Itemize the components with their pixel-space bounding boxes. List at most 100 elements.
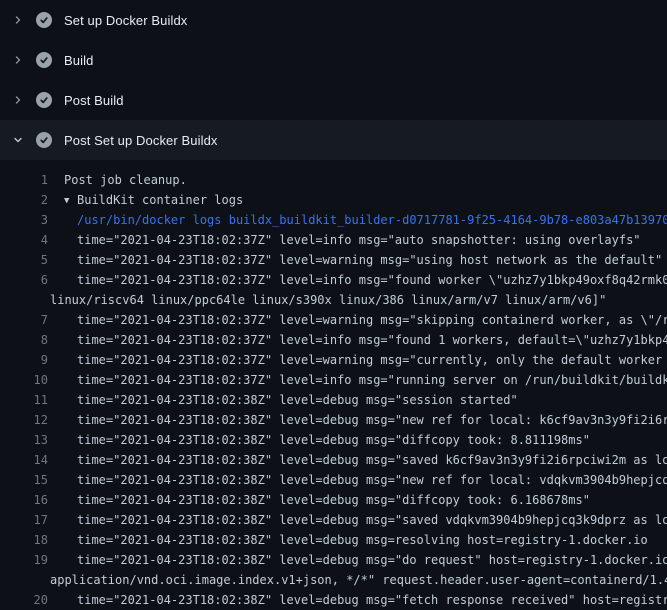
log-text: time="2021-04-23T18:02:38Z" level=debug … bbox=[77, 530, 648, 550]
log-text-content: time="2021-04-23T18:02:38Z" level=debug … bbox=[77, 513, 667, 527]
log-text-content: time="2021-04-23T18:02:37Z" level=warnin… bbox=[77, 313, 667, 327]
step-row[interactable]: Set up Docker Buildx bbox=[0, 0, 667, 40]
log-line: 5 time="2021-04-23T18:02:37Z" level=warn… bbox=[0, 250, 667, 270]
line-number[interactable]: 17 bbox=[0, 510, 48, 530]
log-text-content: time="2021-04-23T18:02:38Z" level=debug … bbox=[77, 453, 667, 467]
log-line: application/vnd.oci.image.index.v1+json,… bbox=[0, 570, 667, 590]
line-number[interactable]: 3 bbox=[0, 210, 48, 230]
log-text: time="2021-04-23T18:02:37Z" level=info m… bbox=[77, 370, 667, 390]
line-number[interactable]: 16 bbox=[0, 490, 48, 510]
line-number[interactable]: 14 bbox=[0, 450, 48, 470]
line-number[interactable]: 20 bbox=[0, 590, 48, 610]
log-line: 18 time="2021-04-23T18:02:38Z" level=deb… bbox=[0, 530, 667, 550]
line-number[interactable]: 6 bbox=[0, 270, 48, 290]
step-row[interactable]: Post Build bbox=[0, 80, 667, 120]
log-line: 2 ▼BuildKit container logs bbox=[0, 190, 667, 210]
log-line: 7 time="2021-04-23T18:02:37Z" level=warn… bbox=[0, 310, 667, 330]
log-text: time="2021-04-23T18:02:37Z" level=info m… bbox=[77, 270, 667, 290]
log-text-content: time="2021-04-23T18:02:37Z" level=warnin… bbox=[77, 353, 667, 367]
line-number[interactable]: 11 bbox=[0, 390, 48, 410]
log-line: 16 time="2021-04-23T18:02:38Z" level=deb… bbox=[0, 490, 667, 510]
line-number[interactable]: 19 bbox=[0, 550, 48, 570]
log-text: time="2021-04-23T18:02:37Z" level=info m… bbox=[77, 230, 641, 250]
log-text: ▼BuildKit container logs bbox=[64, 190, 243, 210]
log-text-content: time="2021-04-23T18:02:37Z" level=info m… bbox=[77, 233, 641, 247]
log-text: time="2021-04-23T18:02:37Z" level=warnin… bbox=[77, 350, 667, 370]
log-line: 3 /usr/bin/docker logs buildx_buildkit_b… bbox=[0, 210, 667, 230]
log-text-content: application/vnd.oci.image.index.v1+json,… bbox=[50, 573, 667, 587]
check-circle-icon bbox=[36, 52, 52, 68]
log-line: 9 time="2021-04-23T18:02:37Z" level=warn… bbox=[0, 350, 667, 370]
log-text: time="2021-04-23T18:02:38Z" level=debug … bbox=[77, 550, 667, 570]
log-line: 8 time="2021-04-23T18:02:37Z" level=info… bbox=[0, 330, 667, 350]
steps-list: Set up Docker Buildx Build Post Build Po… bbox=[0, 0, 667, 160]
log-text-content: linux/riscv64 linux/ppc64le linux/s390x … bbox=[50, 293, 606, 307]
step-label: Post Build bbox=[64, 93, 124, 108]
log-line: 17 time="2021-04-23T18:02:38Z" level=deb… bbox=[0, 510, 667, 530]
log-line: 19 time="2021-04-23T18:02:38Z" level=deb… bbox=[0, 550, 667, 570]
line-number[interactable]: 10 bbox=[0, 370, 48, 390]
log-text-content: time="2021-04-23T18:02:37Z" level=info m… bbox=[77, 273, 667, 287]
chevron-icon[interactable] bbox=[12, 134, 24, 146]
log-text: time="2021-04-23T18:02:38Z" level=debug … bbox=[77, 410, 667, 430]
log-line: 10 time="2021-04-23T18:02:37Z" level=inf… bbox=[0, 370, 667, 390]
log-text-content: BuildKit container logs bbox=[77, 193, 243, 207]
log-lines: 1 Post job cleanup. 2 ▼BuildKit containe… bbox=[0, 160, 667, 610]
line-number[interactable]: 7 bbox=[0, 310, 48, 330]
line-number[interactable]: 8 bbox=[0, 330, 48, 350]
log-text-content: time="2021-04-23T18:02:37Z" level=info m… bbox=[77, 333, 667, 347]
step-row[interactable]: Build bbox=[0, 40, 667, 80]
check-circle-icon bbox=[36, 132, 52, 148]
log-text: time="2021-04-23T18:02:38Z" level=debug … bbox=[77, 510, 667, 530]
step-row[interactable]: Post Set up Docker Buildx bbox=[0, 120, 667, 160]
log-text-content: Post job cleanup. bbox=[64, 173, 187, 187]
log-text: time="2021-04-23T18:02:38Z" level=debug … bbox=[77, 450, 667, 470]
log-text-content: time="2021-04-23T18:02:38Z" level=debug … bbox=[77, 433, 590, 447]
log-text-content: time="2021-04-23T18:02:38Z" level=debug … bbox=[77, 473, 667, 487]
step-label: Build bbox=[64, 53, 93, 68]
log-line: 12 time="2021-04-23T18:02:38Z" level=deb… bbox=[0, 410, 667, 430]
line-number[interactable]: 15 bbox=[0, 470, 48, 490]
chevron-icon[interactable] bbox=[12, 54, 24, 66]
chevron-icon[interactable] bbox=[12, 14, 24, 26]
log-line: 11 time="2021-04-23T18:02:38Z" level=deb… bbox=[0, 390, 667, 410]
log-text-content: time="2021-04-23T18:02:38Z" level=debug … bbox=[77, 553, 667, 567]
line-number[interactable]: 5 bbox=[0, 250, 48, 270]
line-number[interactable]: 2 bbox=[0, 190, 48, 210]
log-text: time="2021-04-23T18:02:37Z" level=warnin… bbox=[77, 250, 662, 270]
log-text-content: time="2021-04-23T18:02:38Z" level=debug … bbox=[77, 413, 667, 427]
group-collapse-icon[interactable]: ▼ bbox=[64, 191, 77, 210]
log-text: time="2021-04-23T18:02:38Z" level=debug … bbox=[77, 430, 590, 450]
line-number[interactable]: 12 bbox=[0, 410, 48, 430]
log-text: /usr/bin/docker logs buildx_buildkit_bui… bbox=[77, 210, 667, 230]
log-text-content: time="2021-04-23T18:02:38Z" level=debug … bbox=[77, 533, 648, 547]
line-number[interactable]: 9 bbox=[0, 350, 48, 370]
log-line: linux/riscv64 linux/ppc64le linux/s390x … bbox=[0, 290, 667, 310]
log-text-content: time="2021-04-23T18:02:38Z" level=debug … bbox=[77, 393, 518, 407]
log-line: 15 time="2021-04-23T18:02:38Z" level=deb… bbox=[0, 470, 667, 490]
log-line: 4 time="2021-04-23T18:02:37Z" level=info… bbox=[0, 230, 667, 250]
log-text-content: time="2021-04-23T18:02:38Z" level=debug … bbox=[77, 493, 590, 507]
log-text-content: time="2021-04-23T18:02:38Z" level=debug … bbox=[77, 593, 667, 607]
log-text: time="2021-04-23T18:02:37Z" level=warnin… bbox=[77, 310, 667, 330]
log-text-content: /usr/bin/docker logs buildx_buildkit_bui… bbox=[77, 213, 667, 227]
chevron-icon[interactable] bbox=[12, 94, 24, 106]
log-line: 13 time="2021-04-23T18:02:38Z" level=deb… bbox=[0, 430, 667, 450]
log-text-content: time="2021-04-23T18:02:37Z" level=info m… bbox=[77, 373, 667, 387]
step-label: Set up Docker Buildx bbox=[64, 13, 187, 28]
line-number[interactable]: 4 bbox=[0, 230, 48, 250]
log-line: 1 Post job cleanup. bbox=[0, 170, 667, 190]
step-label: Post Set up Docker Buildx bbox=[64, 133, 218, 148]
line-number[interactable]: 18 bbox=[0, 530, 48, 550]
log-text: time="2021-04-23T18:02:38Z" level=debug … bbox=[77, 490, 590, 510]
log-line: 6 time="2021-04-23T18:02:37Z" level=info… bbox=[0, 270, 667, 290]
log-line: 14 time="2021-04-23T18:02:38Z" level=deb… bbox=[0, 450, 667, 470]
line-number[interactable]: 1 bbox=[0, 170, 48, 190]
log-text: time="2021-04-23T18:02:37Z" level=info m… bbox=[77, 330, 667, 350]
log-text: linux/riscv64 linux/ppc64le linux/s390x … bbox=[50, 290, 606, 310]
check-circle-icon bbox=[36, 12, 52, 28]
log-text: Post job cleanup. bbox=[64, 170, 187, 190]
check-circle-icon bbox=[36, 92, 52, 108]
line-number[interactable]: 13 bbox=[0, 430, 48, 450]
log-text: time="2021-04-23T18:02:38Z" level=debug … bbox=[77, 590, 667, 610]
